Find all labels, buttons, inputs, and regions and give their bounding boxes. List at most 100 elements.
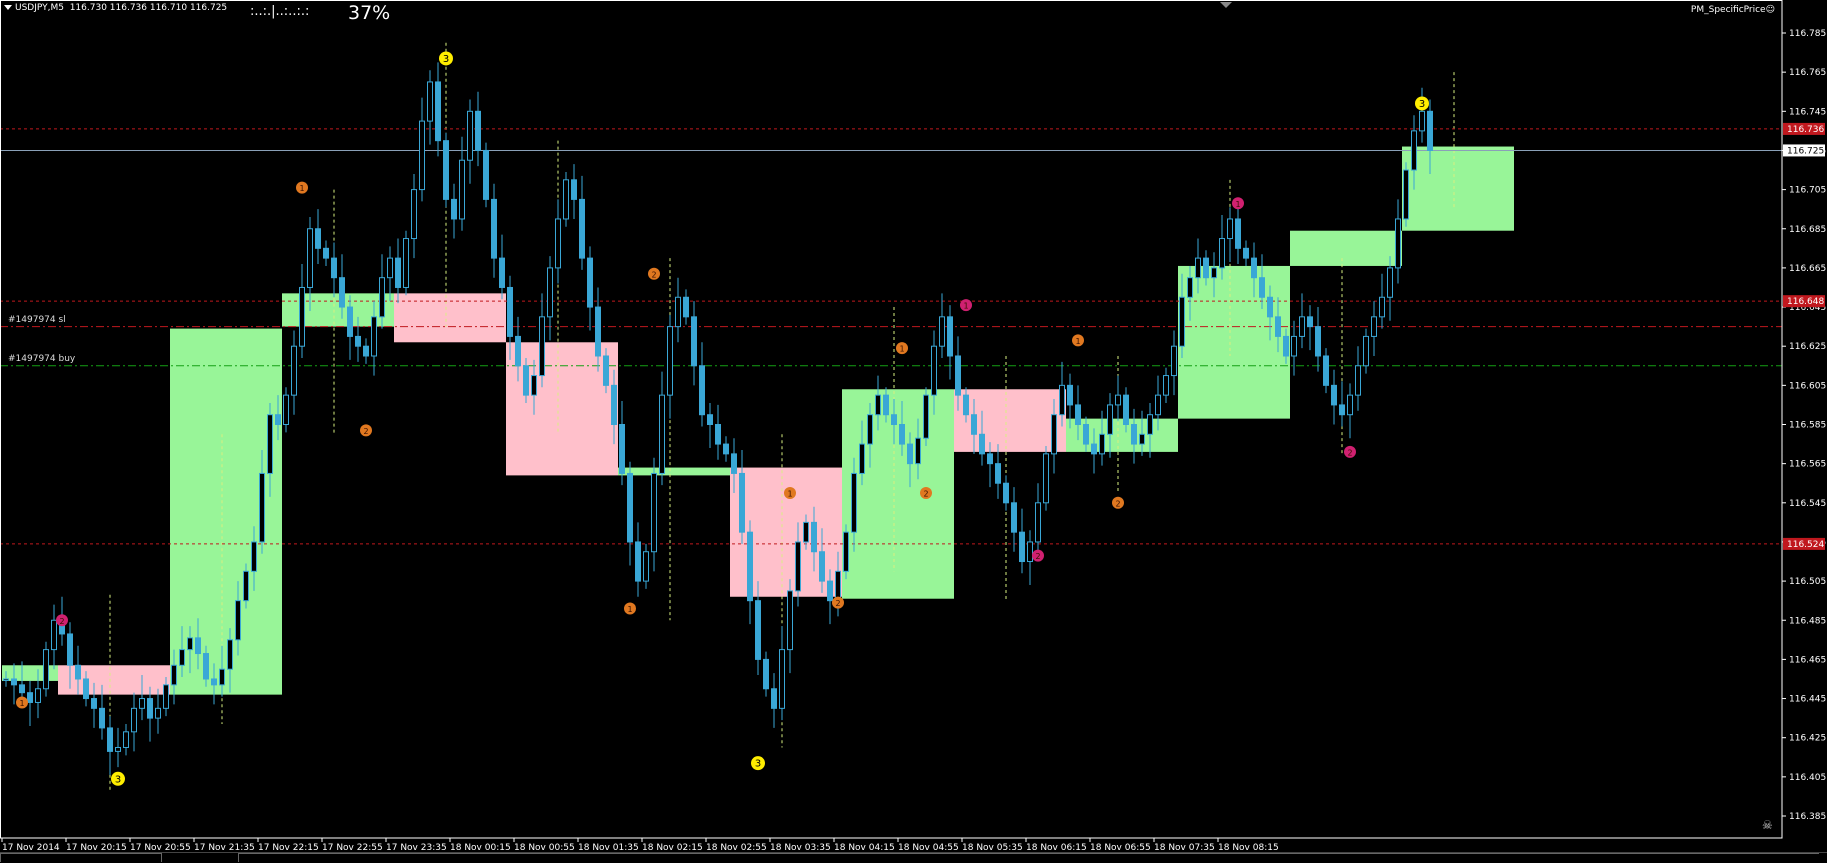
price-tick-label-4: 116.705 xyxy=(1789,186,1826,196)
candle-body-142 xyxy=(1139,433,1145,445)
price-tick-label-18: 116.425 xyxy=(1789,734,1826,744)
candle-body-10 xyxy=(83,678,89,700)
candle-body-123 xyxy=(987,453,993,465)
candle-body-97 xyxy=(779,649,785,709)
chart-tab[interactable] xyxy=(0,853,162,862)
progress-dots: :..:.|..:..:.: xyxy=(250,4,310,19)
candle-body-150 xyxy=(1203,257,1209,279)
candle-body-42 xyxy=(339,277,345,308)
candle-body-135 xyxy=(1083,424,1089,445)
candle-body-44 xyxy=(355,335,361,347)
order-buy-label[interactable]: #1497974 buy xyxy=(8,354,75,364)
candle-body-32 xyxy=(259,472,265,543)
dropdown-triangle-icon[interactable] xyxy=(4,5,12,10)
price-tick-label-15: 116.485 xyxy=(1789,616,1826,626)
candle-body-45 xyxy=(363,345,369,357)
candle-body-131 xyxy=(1051,414,1057,455)
candle-body-6 xyxy=(51,619,57,651)
scroll-area[interactable] xyxy=(238,853,1819,862)
candle-body-152 xyxy=(1219,238,1225,269)
swing-marker-label-0: 1 xyxy=(19,699,24,708)
candle-body-109 xyxy=(875,394,881,416)
candle-body-164 xyxy=(1315,326,1321,357)
current-price-label: 116.725 xyxy=(1787,146,1824,156)
candle-body-134 xyxy=(1075,404,1081,425)
skull-icon: ☠ xyxy=(1762,818,1773,832)
candle-body-106 xyxy=(851,472,857,533)
candle-body-5 xyxy=(43,649,49,690)
price-chart[interactable]: 1 2 3 1 2 3 1 2 3 1 2 1 2 1 2 1 2 1 2 3 116.785 116.765 116.74… xyxy=(0,0,1827,862)
bull-box-6 xyxy=(618,467,730,476)
candle-body-89 xyxy=(715,424,721,445)
candle-body-28 xyxy=(227,639,233,670)
candle-body-49 xyxy=(395,257,401,288)
price-tick-label-19: 116.405 xyxy=(1789,773,1826,783)
candle-body-76 xyxy=(611,384,617,426)
candle-body-54 xyxy=(435,81,441,142)
price-tick-label-5: 116.685 xyxy=(1789,225,1826,235)
candle-body-26 xyxy=(211,678,217,686)
swing-marker-label-17: 1 xyxy=(1235,200,1240,209)
order-sl-label[interactable]: #1497974 sl xyxy=(8,315,66,325)
candle-body-87 xyxy=(699,365,705,416)
symbol-label: USDJPY,M5 xyxy=(15,3,64,13)
candle-body-162 xyxy=(1299,316,1305,337)
candle-body-177 xyxy=(1419,110,1425,132)
candle-body-137 xyxy=(1099,433,1105,455)
candle-body-24 xyxy=(195,637,201,655)
candle-body-154 xyxy=(1235,218,1241,249)
candle-body-11 xyxy=(91,698,97,709)
chart-header: USDJPY,M5 116.730 116.736 116.710 116.72… xyxy=(4,3,227,13)
bull-box-3 xyxy=(282,293,394,327)
swing-marker-label-3: 1 xyxy=(299,184,304,193)
swing-marker-label-7: 2 xyxy=(651,270,656,279)
swing-marker-label-16: 2 xyxy=(1115,499,1120,508)
candle-body-18 xyxy=(147,698,153,719)
candle-body-158 xyxy=(1267,296,1273,318)
candle-body-100 xyxy=(803,521,809,543)
candle-body-72 xyxy=(579,198,585,259)
bear-box-5 xyxy=(506,342,618,476)
candle-body-120 xyxy=(963,394,969,416)
candle-body-175 xyxy=(1403,169,1409,220)
candle-body-14 xyxy=(115,746,121,752)
bull-box-8 xyxy=(842,389,954,599)
candle-body-98 xyxy=(787,590,793,651)
candle-body-94 xyxy=(755,600,761,660)
candle-body-128 xyxy=(1027,541,1033,563)
candle-body-37 xyxy=(299,286,305,347)
candle-body-41 xyxy=(331,257,337,279)
candle-body-126 xyxy=(1011,502,1017,533)
candle-body-68 xyxy=(547,267,553,318)
candle-body-21 xyxy=(171,664,177,686)
candle-body-91 xyxy=(731,453,737,474)
swing-marker-label-5: 3 xyxy=(443,54,449,65)
candle-body-75 xyxy=(603,355,609,386)
bull-box-0 xyxy=(2,665,58,681)
candle-body-33 xyxy=(267,414,273,474)
swing-marker-label-4: 2 xyxy=(363,427,368,436)
price-tick-label-14: 116.505 xyxy=(1789,577,1826,587)
progress-percent: 37% xyxy=(348,2,391,24)
candle-body-95 xyxy=(763,658,769,690)
candle-body-12 xyxy=(99,707,105,729)
candle-body-64 xyxy=(515,335,521,367)
candle-body-147 xyxy=(1179,296,1185,347)
candle-body-103 xyxy=(827,580,833,602)
candle-body-16 xyxy=(131,707,137,733)
candle-body-50 xyxy=(403,238,409,288)
candle-body-149 xyxy=(1195,257,1201,279)
candle-body-40 xyxy=(323,247,329,259)
price-tick-label-11: 116.565 xyxy=(1789,460,1826,470)
candle-body-48 xyxy=(387,257,393,279)
shift-marker-icon[interactable] xyxy=(1220,2,1232,8)
bull-box-10 xyxy=(1066,418,1178,452)
candle-body-8 xyxy=(67,633,73,666)
candle-body-58 xyxy=(467,110,473,161)
candle-body-108 xyxy=(867,414,873,445)
price-tick-label-6: 116.665 xyxy=(1789,264,1826,274)
indicator-name: PM_SpecificPrice☺ xyxy=(1690,5,1775,15)
candle-body-167 xyxy=(1339,404,1345,416)
bear-box-9 xyxy=(954,389,1066,452)
candle-body-115 xyxy=(923,394,929,439)
